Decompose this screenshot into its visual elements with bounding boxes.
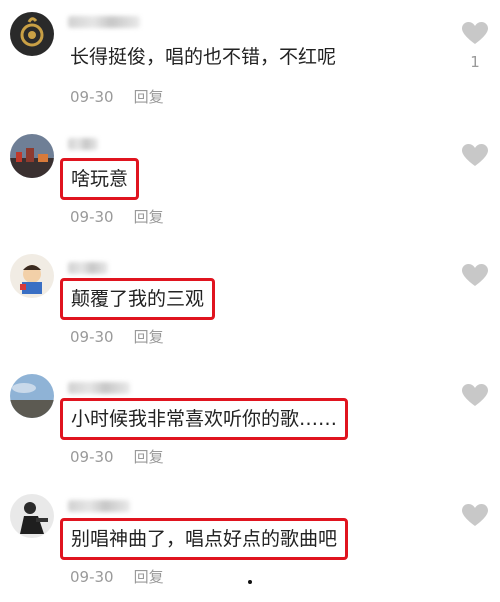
comment-text: 啥玩意 <box>60 158 140 200</box>
comment-text: 小时候我非常喜欢听你的歌…… <box>60 398 349 440</box>
comment-date: 09-30 <box>70 568 114 586</box>
comment-meta: 09-30 回复 <box>70 326 164 347</box>
avatar[interactable] <box>10 134 54 178</box>
comment-meta: 09-30 回复 <box>70 446 164 467</box>
comment-date: 09-30 <box>70 208 114 226</box>
like-button[interactable] <box>460 504 490 527</box>
heart-icon <box>460 504 490 527</box>
avatar[interactable] <box>10 494 54 538</box>
comment-item: 长得挺俊，唱的也不错，不红呢 09-30 回复 1 <box>0 0 500 120</box>
heart-icon <box>460 144 490 167</box>
reply-button[interactable]: 回复 <box>134 328 164 346</box>
like-button[interactable] <box>460 264 490 287</box>
comment-text: 颠覆了我的三观 <box>60 278 216 320</box>
username-blurred[interactable] <box>68 500 130 512</box>
reply-button[interactable]: 回复 <box>134 88 164 106</box>
comment-meta: 09-30 回复 <box>70 206 164 227</box>
comment-meta: 09-30 回复 <box>70 86 164 107</box>
comment-date: 09-30 <box>70 448 114 466</box>
like-button[interactable] <box>460 384 490 407</box>
like-button[interactable]: 1 <box>460 22 490 71</box>
username-blurred[interactable] <box>68 16 140 28</box>
avatar[interactable] <box>10 12 54 56</box>
heart-icon <box>460 384 490 407</box>
like-count: 1 <box>470 53 480 71</box>
username-blurred[interactable] <box>68 382 130 394</box>
comment-item: 别唱神曲了，唱点好点的歌曲吧 09-30 回复 <box>0 482 500 602</box>
reply-button[interactable]: 回复 <box>134 448 164 466</box>
comment-text: 长得挺俊，唱的也不错，不红呢 <box>70 46 337 68</box>
comment-date: 09-30 <box>70 328 114 346</box>
page-indicator-dot <box>248 580 252 584</box>
comment-text: 别唱神曲了，唱点好点的歌曲吧 <box>60 518 349 560</box>
reply-button[interactable]: 回复 <box>134 568 164 586</box>
username-blurred[interactable] <box>68 138 98 150</box>
comment-date: 09-30 <box>70 88 114 106</box>
comment-item: 小时候我非常喜欢听你的歌…… 09-30 回复 <box>0 362 500 482</box>
like-button[interactable] <box>460 144 490 167</box>
reply-button[interactable]: 回复 <box>134 208 164 226</box>
comment-item: 啥玩意 09-30 回复 <box>0 122 500 242</box>
avatar[interactable] <box>10 374 54 418</box>
avatar[interactable] <box>10 254 54 298</box>
comment-item: 颠覆了我的三观 09-30 回复 <box>0 242 500 362</box>
comment-meta: 09-30 回复 <box>70 566 164 587</box>
heart-icon <box>460 22 490 45</box>
username-blurred[interactable] <box>68 262 108 274</box>
heart-icon <box>460 264 490 287</box>
